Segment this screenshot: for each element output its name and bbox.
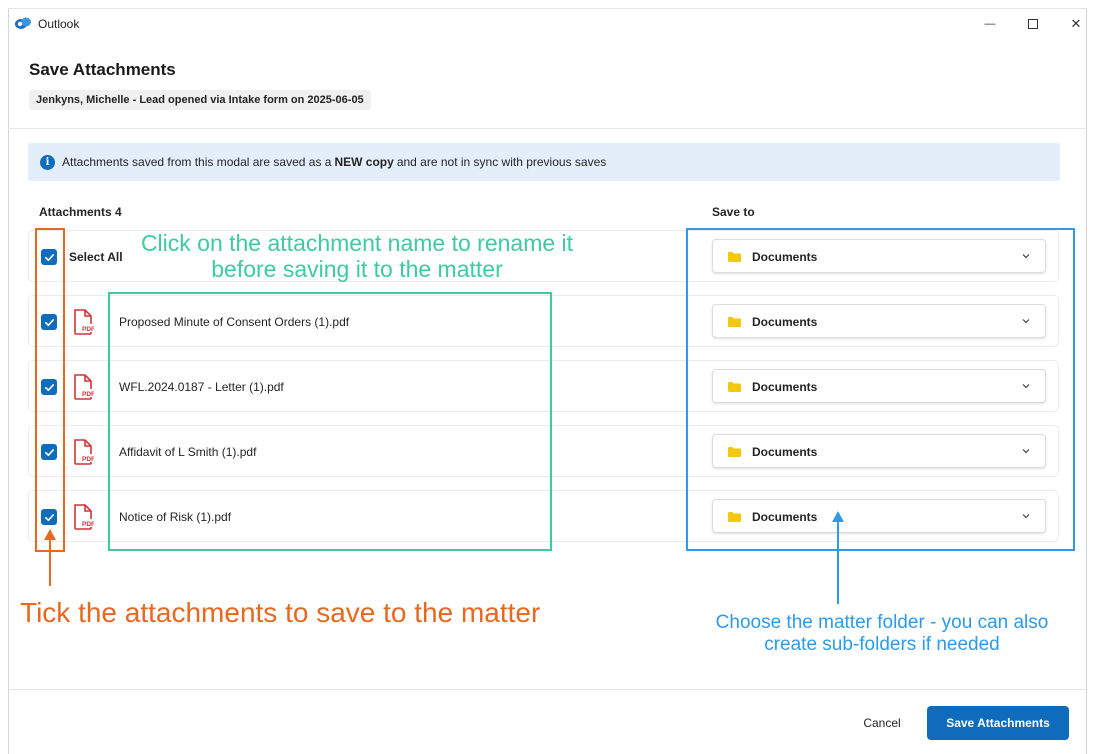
annotation-name-highlight — [108, 292, 552, 551]
banner-text-after: and are not in sync with previous saves — [396, 155, 607, 169]
attachments-column-header: Attachments 4 — [39, 205, 122, 219]
svg-text:PDF: PDF — [82, 326, 94, 333]
pdf-file-icon: PDF — [74, 309, 94, 335]
window-titlebar: Outlook — ✕ — [8, 8, 1086, 38]
header-divider — [8, 128, 1086, 129]
annotation-rename-hint: Click on the attachment name to rename i… — [140, 230, 574, 283]
pdf-file-icon: PDF — [74, 374, 94, 400]
pdf-file-icon: PDF — [74, 439, 94, 465]
footer-divider — [8, 689, 1086, 690]
annotation-blue-arrow — [832, 511, 844, 604]
maximize-icon — [1028, 19, 1038, 29]
info-icon: i — [40, 154, 55, 170]
banner-text-before: Attachments saved from this modal are sa… — [62, 155, 332, 169]
close-button[interactable]: ✕ — [1056, 13, 1094, 35]
save-to-column-header: Save to — [712, 205, 755, 219]
close-icon: ✕ — [1070, 16, 1082, 31]
minimize-icon: — — [984, 18, 996, 30]
svg-text:PDF: PDF — [82, 391, 94, 398]
pdf-file-icon: PDF — [74, 504, 94, 530]
info-banner: i Attachments saved from this modal are … — [28, 143, 1060, 181]
annotation-folder-highlight — [686, 228, 1075, 551]
lead-subtitle-chip: Jenkyns, Michelle - Lead opened via Inta… — [29, 90, 371, 110]
annotation-folder-hint: Choose the matter folder - you can also … — [715, 612, 1049, 655]
annotation-orange-arrow — [44, 529, 56, 586]
window-left-edge — [8, 8, 9, 754]
save-attachments-button[interactable]: Save Attachments — [927, 706, 1069, 740]
dialog-title: Save Attachments — [29, 60, 176, 79]
window-title: Outlook — [38, 17, 80, 31]
banner-emphasis: NEW copy — [334, 155, 394, 169]
minimize-button[interactable]: — — [970, 13, 1010, 35]
cancel-button[interactable]: Cancel — [846, 706, 918, 740]
window-right-edge — [1086, 8, 1087, 754]
maximize-button[interactable] — [1013, 13, 1053, 35]
svg-text:PDF: PDF — [82, 456, 94, 463]
annotation-tick-hint: Tick the attachments to save to the matt… — [20, 597, 541, 628]
annotation-checkbox-highlight — [35, 228, 65, 552]
select-all-label[interactable]: Select All — [69, 250, 123, 264]
svg-text:PDF: PDF — [82, 521, 94, 528]
outlook-icon — [15, 17, 31, 29]
